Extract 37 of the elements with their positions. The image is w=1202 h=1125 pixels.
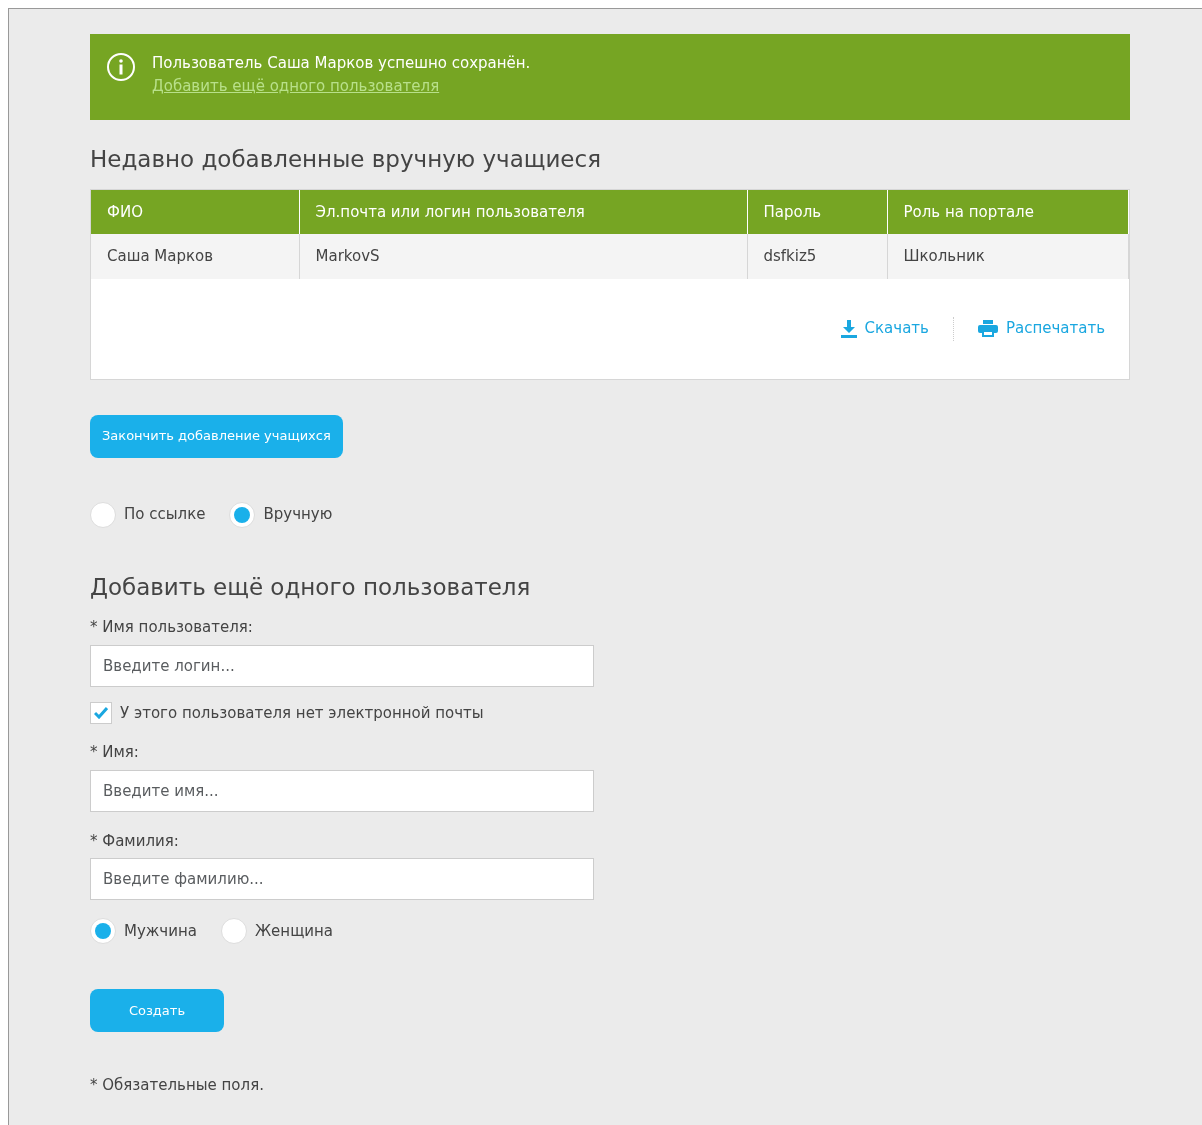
checkbox[interactable] bbox=[90, 701, 112, 724]
create-button[interactable]: Создать bbox=[90, 989, 224, 1032]
checkbox-label: У этого пользователя нет электронной почты bbox=[120, 702, 484, 724]
radio-button[interactable] bbox=[90, 501, 116, 528]
action-link[interactable]: Распечатать bbox=[977, 317, 1105, 340]
field-label: * Фамилия: bbox=[90, 830, 180, 852]
radio-button[interactable] bbox=[90, 918, 116, 944]
radio-button[interactable] bbox=[220, 918, 247, 944]
radio-label: Мужчина bbox=[124, 920, 197, 942]
finish-button[interactable]: Закончить добавление учащихся bbox=[90, 414, 343, 458]
radio-label: По ссылке bbox=[124, 504, 206, 526]
info-icon bbox=[106, 52, 136, 82]
download-icon bbox=[840, 319, 857, 338]
radio-button[interactable] bbox=[229, 501, 256, 528]
radio-label: Женщина bbox=[254, 920, 334, 942]
table-cell: dsfkiz5 bbox=[747, 234, 887, 279]
printer-icon bbox=[977, 320, 998, 337]
alert-message: Пользователь Саша Марков успешно сохранён. bbox=[152, 53, 531, 74]
action-link[interactable]: Скачать bbox=[840, 317, 929, 340]
add-user-link[interactable]: Добавить ещё одного пользователя bbox=[152, 76, 440, 95]
table-cell: Школьник bbox=[887, 234, 1129, 279]
table-cell: MarkovS bbox=[299, 234, 747, 279]
field-label: * Имя: bbox=[90, 742, 140, 763]
column-header: Роль на портале bbox=[887, 189, 1129, 234]
field-label: * Имя пользователя: bbox=[90, 617, 254, 638]
section-heading: Недавно добавленные вручную учащиеся bbox=[90, 145, 602, 174]
input-field[interactable]: Введите имя... bbox=[90, 769, 594, 812]
column-header: Эл.почта или логин пользователя bbox=[299, 189, 747, 234]
required-note: * Обязательные поля. bbox=[90, 1075, 265, 1096]
radio-label: Вручную bbox=[263, 504, 333, 526]
column-header: Пароль bbox=[747, 189, 887, 234]
input-field[interactable]: Введите логин... bbox=[90, 644, 594, 687]
input-field[interactable]: Введите фамилию... bbox=[90, 858, 594, 900]
checkmark-icon bbox=[94, 706, 108, 719]
column-header: ФИО bbox=[91, 189, 299, 234]
table-cell: Саша Марков bbox=[91, 234, 299, 279]
form-heading: Добавить ещё одного пользователя bbox=[90, 572, 532, 602]
